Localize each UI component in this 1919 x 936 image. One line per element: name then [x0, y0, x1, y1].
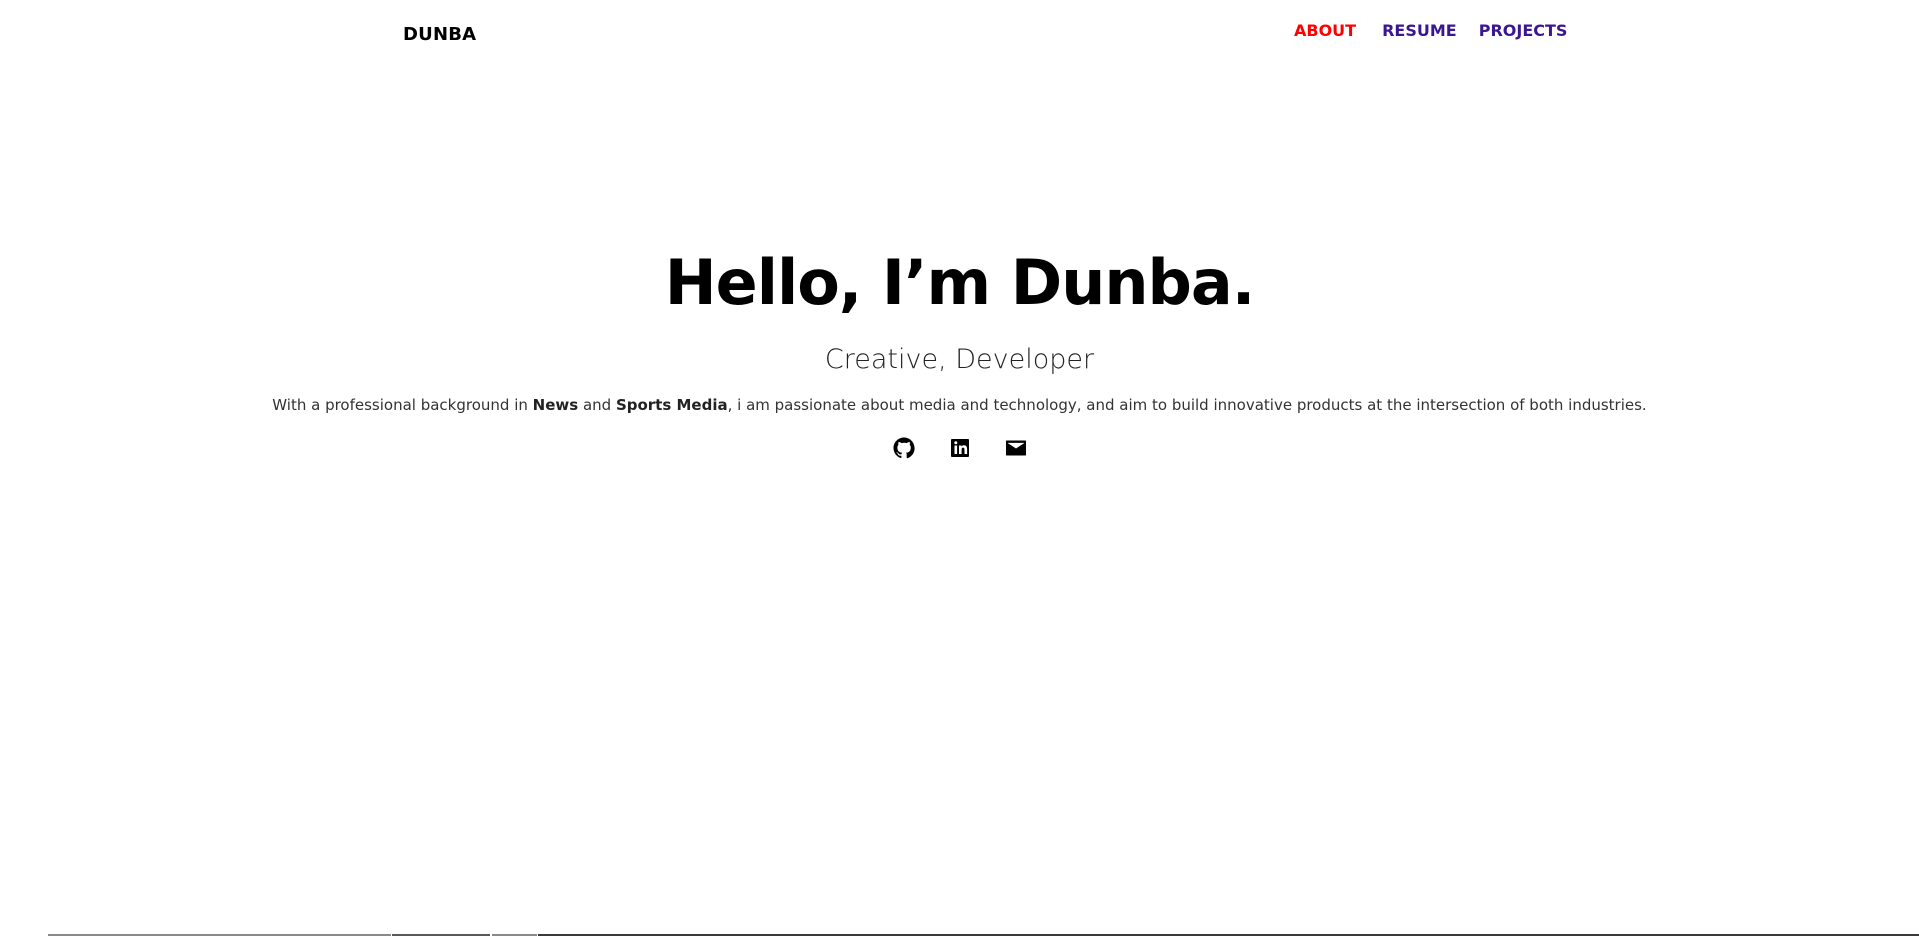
linkedin-link[interactable] — [948, 436, 972, 460]
hero-bio: With a professional background in News a… — [0, 394, 1919, 416]
bio-text: With a professional background in — [272, 396, 533, 414]
linkedin-icon — [950, 439, 969, 457]
hero-section: Hello, I’m Dunba. Creative, Developer Wi… — [0, 240, 1919, 460]
page: DUNBA ABOUT RESUME PROJECTS Hello, I’m D… — [0, 0, 1919, 936]
nav-about[interactable]: ABOUT — [1294, 21, 1356, 40]
bio-highlight-sports-media: Sports Media — [615, 396, 728, 414]
github-link[interactable] — [892, 436, 916, 460]
hero-subtitle: Creative, Developer — [824, 344, 1095, 375]
hero-title: Hello, I’m Dunba. — [664, 246, 1256, 319]
email-link[interactable] — [1004, 436, 1028, 460]
main-nav: ABOUT RESUME PROJECTS — [1294, 21, 1567, 40]
bio-highlight-news: News — [532, 396, 579, 414]
nav-resume[interactable]: RESUME — [1382, 21, 1457, 40]
github-icon — [893, 437, 915, 459]
bio-text: and — [578, 396, 616, 414]
social-links — [0, 436, 1919, 460]
mail-icon — [1005, 440, 1026, 456]
nav-projects[interactable]: PROJECTS — [1479, 21, 1568, 40]
logo-link[interactable]: DUNBA — [403, 24, 476, 45]
bio-text: , i am passionate about media and techno… — [727, 396, 1647, 414]
